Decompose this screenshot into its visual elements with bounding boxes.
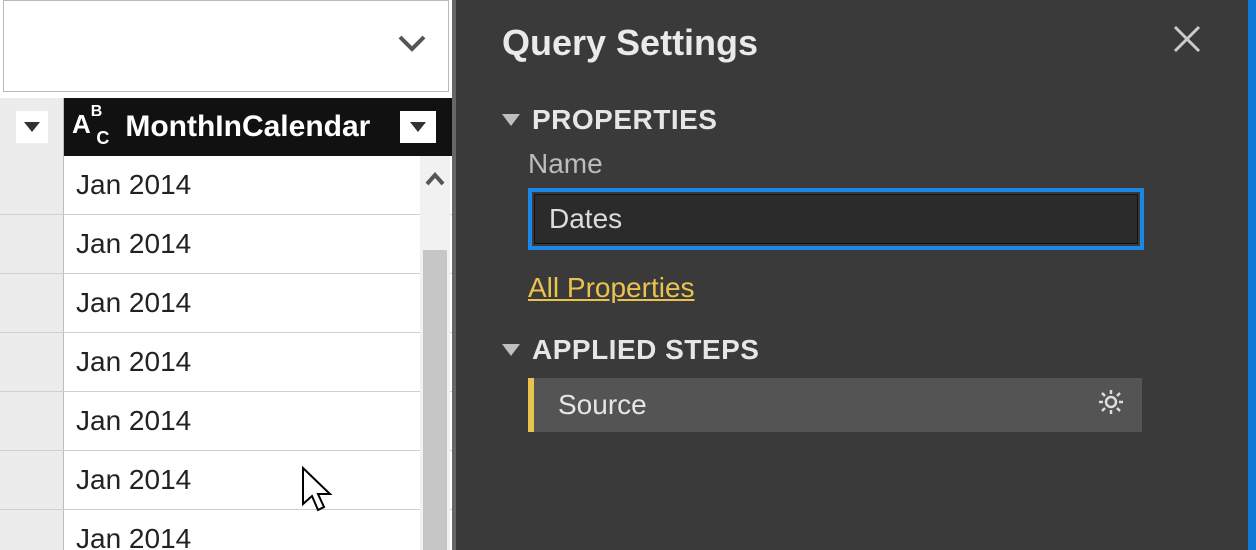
section-label: PROPERTIES	[532, 104, 717, 136]
column-filter-button[interactable]	[400, 111, 436, 143]
chevron-down-icon	[24, 122, 40, 132]
table-row[interactable]: Jan 2014	[0, 510, 452, 550]
collapse-icon	[502, 114, 520, 126]
text-type-icon: ABC	[72, 109, 115, 144]
chevron-down-icon	[410, 122, 426, 132]
table-row[interactable]: Jan 2014	[0, 333, 452, 392]
applied-steps-section: APPLIED STEPS Source	[502, 334, 1202, 432]
row-handle[interactable]	[0, 215, 64, 273]
cell: Jan 2014	[64, 346, 452, 378]
name-label: Name	[528, 148, 1202, 180]
row-handle[interactable]	[0, 156, 64, 214]
scroll-thumb[interactable]	[423, 250, 447, 550]
section-label: APPLIED STEPS	[532, 334, 759, 366]
row-handle[interactable]	[0, 451, 64, 509]
collapse-icon	[502, 344, 520, 356]
query-name-input[interactable]	[534, 194, 1138, 244]
scroll-up-icon[interactable]	[425, 156, 445, 202]
close-button[interactable]	[1172, 24, 1202, 63]
row-handle[interactable]	[0, 333, 64, 391]
query-settings-pane: Query Settings PROPERTIES Name All Prope…	[456, 0, 1256, 550]
column-header-row: ABC MonthInCalendar	[0, 98, 452, 156]
step-label: Source	[558, 389, 647, 421]
table-row[interactable]: Jan 2014	[0, 215, 452, 274]
cell: Jan 2014	[64, 405, 452, 437]
table-row[interactable]: Jan 2014	[0, 274, 452, 333]
row-handle[interactable]	[0, 392, 64, 450]
properties-header[interactable]: PROPERTIES	[502, 104, 1202, 136]
gear-icon[interactable]	[1098, 389, 1124, 422]
name-input-focus-ring	[528, 188, 1144, 250]
formula-bar[interactable]	[3, 0, 449, 92]
applied-step-item[interactable]: Source	[528, 378, 1142, 432]
data-preview-pane: ABC MonthInCalendar Jan 2014 Jan 2014 Ja…	[0, 0, 456, 550]
cell: Jan 2014	[64, 287, 452, 319]
table-row[interactable]: Jan 2014	[0, 451, 452, 510]
column-header-label: MonthInCalendar	[125, 110, 370, 144]
table-body: Jan 2014 Jan 2014 Jan 2014 Jan 2014 Jan …	[0, 156, 452, 550]
table-row[interactable]: Jan 2014	[0, 156, 452, 215]
properties-section: PROPERTIES Name All Properties	[502, 104, 1202, 304]
cell: Jan 2014	[64, 228, 452, 260]
pane-title: Query Settings	[502, 22, 758, 64]
table-row[interactable]: Jan 2014	[0, 392, 452, 451]
chevron-down-icon[interactable]	[398, 35, 426, 58]
all-properties-link[interactable]: All Properties	[528, 272, 695, 304]
column-header[interactable]: ABC MonthInCalendar	[64, 109, 400, 144]
applied-steps-header[interactable]: APPLIED STEPS	[502, 334, 1202, 366]
previous-column-filter[interactable]	[0, 98, 64, 156]
row-handle[interactable]	[0, 510, 64, 550]
vertical-scrollbar[interactable]	[420, 156, 450, 550]
row-handle[interactable]	[0, 274, 64, 332]
cell: Jan 2014	[64, 523, 452, 550]
cell: Jan 2014	[64, 464, 452, 496]
cell: Jan 2014	[64, 169, 452, 201]
